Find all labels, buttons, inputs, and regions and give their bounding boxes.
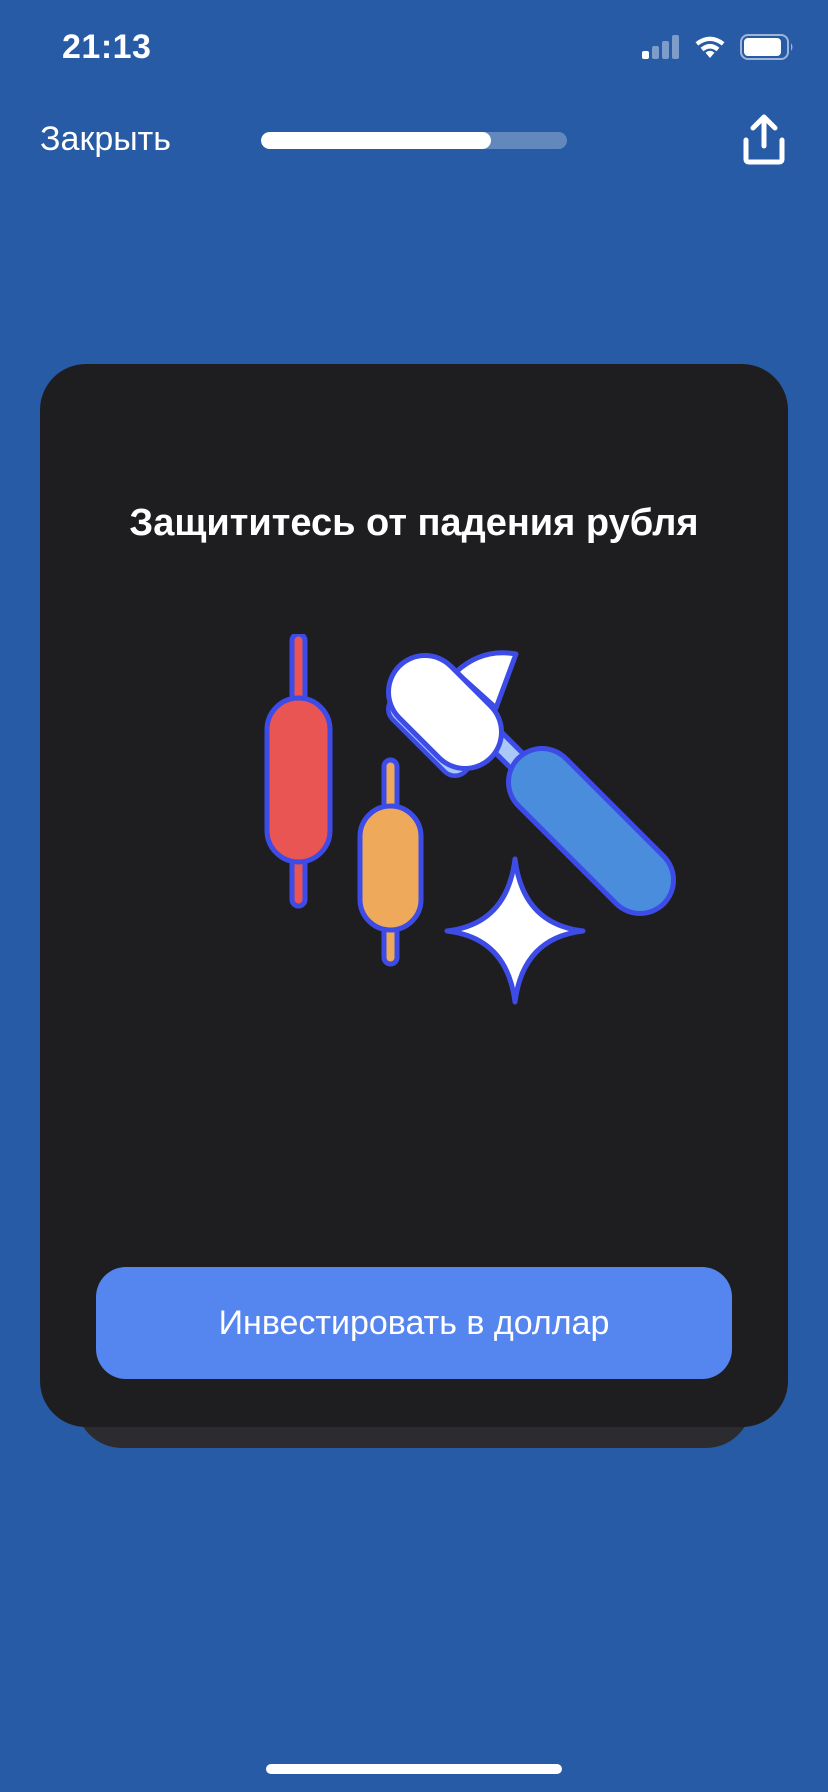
signal-icon [642,35,679,59]
share-button[interactable] [738,114,790,166]
hammer-icon [386,650,676,916]
sparkle-icon [444,856,586,1005]
story-progress-fill [261,132,491,149]
candlestick-hammer-icon [264,634,676,1005]
card-title: Защититесь от падения рубля [129,502,699,544]
story-card: Защититесь от падения рубля Инвестироват… [40,364,788,1427]
wifi-icon [695,36,725,58]
story-progress-bar [261,132,567,149]
orange-candle-icon [357,757,424,967]
close-button[interactable]: Закрыть [40,120,171,159]
status-bar: 21:13 [0,0,828,100]
invest-dollar-button[interactable]: Инвестировать в доллар [96,1267,732,1379]
status-icons [642,34,794,60]
battery-icon [740,34,793,60]
top-bar: Закрыть [0,100,828,182]
home-indicator[interactable] [266,1764,562,1774]
red-candle-icon [264,634,333,909]
status-time: 21:13 [62,28,152,66]
share-icon [743,114,785,165]
